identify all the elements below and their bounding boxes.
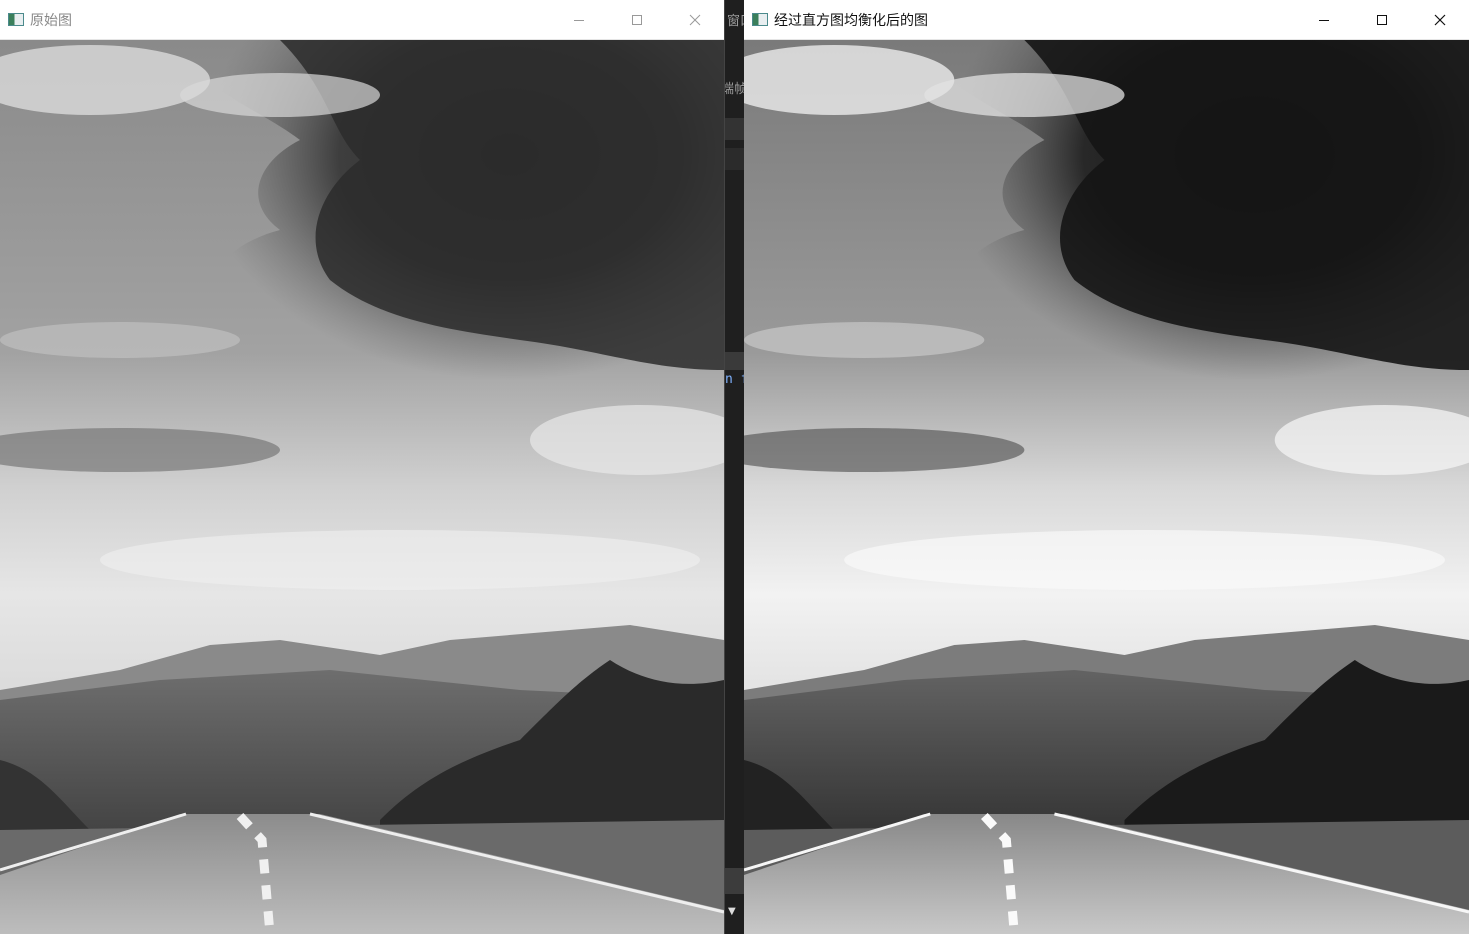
close-button[interactable]	[666, 0, 724, 39]
background-panel	[725, 352, 745, 370]
window-controls	[1295, 0, 1469, 39]
window-controls	[550, 0, 724, 39]
opencv-window-icon	[752, 13, 768, 26]
opencv-window-icon	[8, 13, 24, 26]
equalized-image-window[interactable]: 经过直方图均衡化后的图	[744, 0, 1469, 934]
scrollbar-thumb[interactable]	[725, 868, 745, 894]
minimize-button[interactable]	[1295, 0, 1353, 39]
minimize-icon	[574, 19, 584, 21]
close-icon	[689, 14, 701, 25]
titlebar[interactable]: 原始图	[0, 0, 724, 40]
window-title: 经过直方图均衡化后的图	[774, 12, 928, 29]
background-panel	[725, 148, 745, 170]
background-code-fragment: n f	[725, 372, 745, 387]
original-image-window[interactable]: 原始图	[0, 0, 724, 934]
maximize-button[interactable]	[608, 0, 666, 39]
window-title: 原始图	[30, 12, 72, 29]
background-ide-strip: 窗口 端帧 n f ▼	[724, 0, 746, 934]
maximize-button[interactable]	[1353, 0, 1411, 39]
minimize-icon	[1319, 19, 1329, 21]
background-text-fragment: 端帧	[725, 82, 746, 97]
titlebar[interactable]: 经过直方图均衡化后的图	[744, 0, 1469, 40]
close-icon	[1434, 14, 1446, 25]
equalized-photo	[744, 40, 1469, 934]
close-button[interactable]	[1411, 0, 1469, 39]
original-photo	[0, 40, 724, 934]
scroll-down-arrow-icon[interactable]: ▼	[728, 906, 736, 917]
maximize-icon	[1377, 14, 1387, 25]
background-panel	[725, 118, 745, 140]
minimize-button[interactable]	[550, 0, 608, 39]
maximize-icon	[632, 14, 642, 25]
